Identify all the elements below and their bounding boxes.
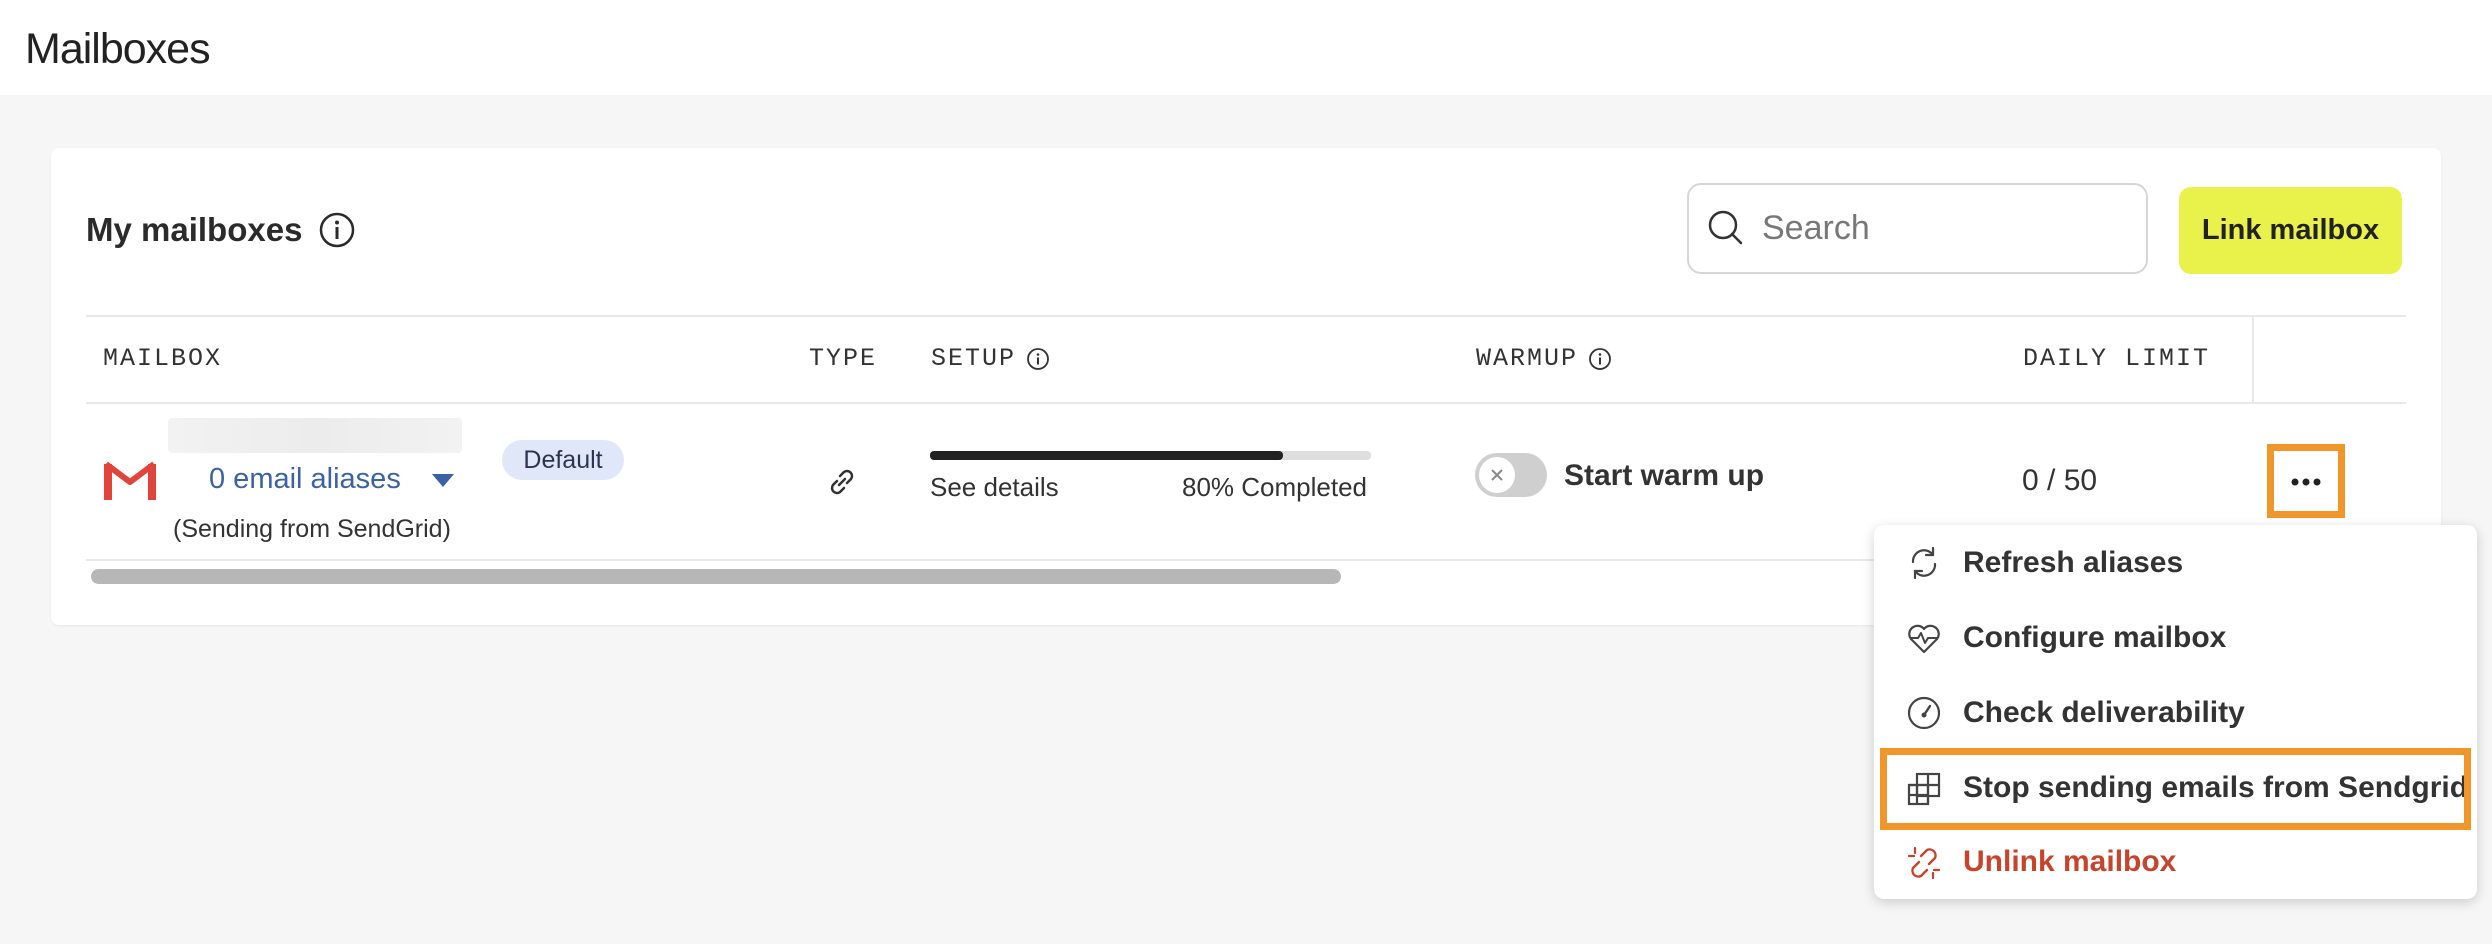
setup-progress-bar [930, 451, 1371, 460]
toggle-knob [1479, 457, 1515, 493]
search-input[interactable] [1762, 203, 2132, 253]
link-icon [830, 469, 854, 495]
table-top-divider [86, 315, 2406, 317]
horizontal-scrollbar[interactable] [91, 569, 1341, 584]
refresh-icon [1911, 546, 1937, 580]
top-bar [0, 0, 2492, 95]
sending-source: (Sending from SendGrid) [173, 515, 451, 543]
table-header-divider [86, 402, 2406, 404]
email-aliases-dropdown[interactable]: 0 email aliases [209, 463, 401, 496]
column-header-daily-limit: DAILY LIMIT [2023, 344, 2211, 373]
menu-label-unlink-mailbox: Unlink mailbox [1963, 845, 2177, 878]
gmail-icon [104, 461, 156, 500]
start-warm-up-label: Start warm up [1564, 459, 1765, 492]
card-title: My mailboxes [86, 211, 303, 248]
column-header-type: TYPE [809, 344, 878, 373]
column-header-mailbox: MAILBOX [103, 344, 223, 373]
actions-column-divider [2252, 316, 2254, 402]
chevron-down-icon[interactable] [432, 474, 454, 487]
column-header-setup: SETUP [931, 344, 1017, 373]
warmup-toggle[interactable] [1475, 453, 1547, 497]
heart-pulse-icon [1908, 624, 1940, 654]
unlink-icon [1907, 846, 1941, 880]
default-badge: Default [502, 440, 624, 480]
gauge-icon [1907, 696, 1941, 730]
info-icon[interactable] [318, 211, 356, 249]
close-icon [1491, 469, 1503, 481]
more-actions-button[interactable] [2267, 444, 2345, 518]
menu-label-configure-mailbox: Configure mailbox [1963, 621, 2227, 654]
mailbox-address-redacted [168, 418, 462, 453]
setup-progress-label: 80% Completed [1182, 472, 1367, 502]
warmup-info-icon[interactable] [1588, 347, 1612, 371]
more-horizontal-icon [2291, 478, 2321, 486]
column-header-warmup: WARMUP [1476, 344, 1579, 373]
daily-limit-value: 0 / 50 [2022, 464, 2098, 497]
setup-info-icon[interactable] [1026, 347, 1050, 371]
search-icon [1708, 210, 1743, 245]
link-mailbox-button[interactable]: Link mailbox [2179, 187, 2402, 274]
highlight-outline [1880, 748, 2471, 830]
menu-label-check-deliverability: Check deliverability [1963, 696, 2245, 729]
see-details-link[interactable]: See details [930, 472, 1059, 503]
menu-label-refresh-aliases: Refresh aliases [1963, 546, 2184, 579]
page-title: Mailboxes [25, 25, 211, 73]
setup-progress-fill [930, 451, 1283, 460]
